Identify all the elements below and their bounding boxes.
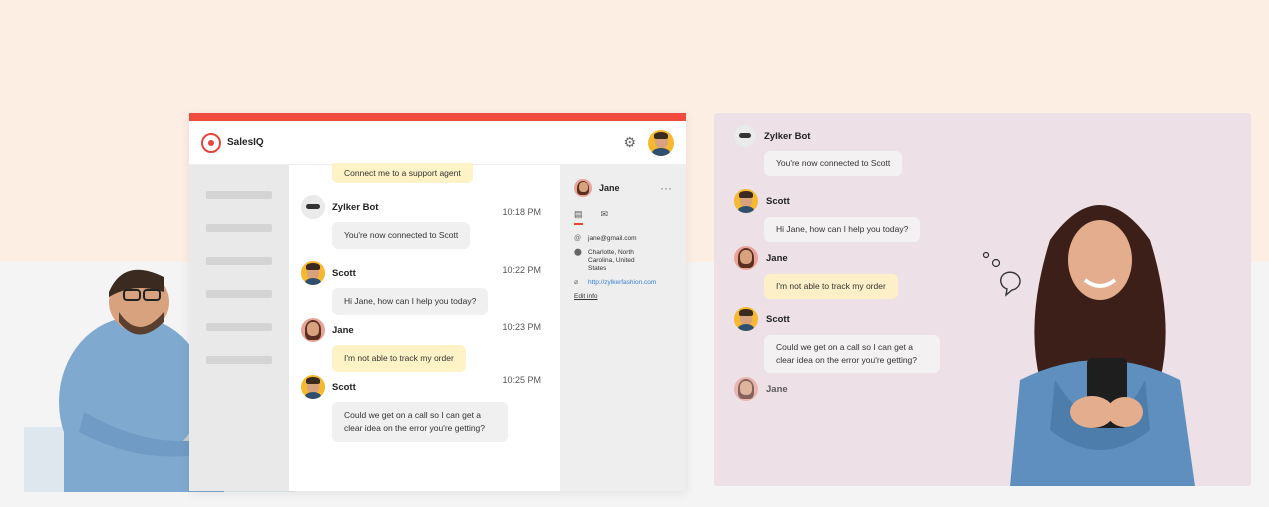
visitor-name: Jane [599, 183, 620, 193]
chat-message: Jane 10:23 PM I'm not able to track my o… [301, 318, 551, 372]
visitor-email: jane@gmail.com [588, 235, 637, 242]
location-icon: ⬤ [574, 249, 582, 256]
scott-avatar [301, 261, 325, 285]
visitor-chat-message: Scott Hi Jane, how can I help you today? [734, 189, 921, 242]
sender-name: Scott [332, 267, 356, 279]
sidebar-item[interactable] [206, 224, 272, 232]
message-time: 10:23 PM [502, 322, 541, 332]
visitor-chat-message: Zylker Bot You're now connected to Scott [734, 125, 903, 176]
sidebar-item[interactable] [206, 191, 272, 199]
scott-avatar [301, 375, 325, 399]
message-bubble: You're now connected to Scott [332, 222, 471, 249]
chat-transcript: Connect me to a support agent Zylker Bot… [289, 163, 560, 491]
message-time: 10:18 PM [502, 207, 541, 217]
bot-avatar [301, 195, 325, 219]
edit-info-link[interactable]: Edit info [574, 293, 672, 300]
sidebar [189, 165, 289, 491]
message-bubble: Could we get on a call so I can get a cl… [764, 335, 940, 373]
operator-console: SalesIQ ⚙ Connect me to a support agent … [189, 113, 686, 491]
sender-name: Zylker Bot [764, 130, 811, 142]
sender-name: Jane [766, 252, 788, 264]
app-name: SalesIQ [227, 137, 264, 148]
at-icon: @ [574, 235, 582, 242]
visitor-chat-message: Scott Could we get on a call so I can ge… [734, 307, 940, 373]
link-icon: ⌀ [574, 279, 579, 286]
message-time: 10:25 PM [502, 375, 541, 385]
message-bubble: Hi Jane, how can I help you today? [332, 288, 489, 315]
sidebar-item[interactable] [206, 290, 272, 298]
sender-name: Scott [332, 381, 356, 393]
salesiq-logo[interactable]: SalesIQ [201, 132, 264, 153]
message-bubble: Hi Jane, how can I help you today? [764, 217, 921, 242]
message-bubble: I'm not able to track my order [764, 274, 898, 299]
scott-avatar [734, 189, 758, 213]
brand-bar [189, 113, 686, 121]
chat-message: Scott 10:25 PM Could we get on a call so… [301, 375, 551, 442]
scott-avatar [734, 307, 758, 331]
id-card-icon[interactable]: ▤ [574, 209, 583, 225]
sidebar-item[interactable] [206, 323, 272, 331]
chat-message: Zylker Bot 10:18 PM You're now connected… [301, 195, 551, 249]
visitor-info-panel: Jane ··· ▤ ✉ @ jane@gmail.com ⬤ Charlott… [560, 165, 686, 491]
gear-icon[interactable]: ⚙ [623, 134, 636, 151]
jane-avatar [734, 246, 758, 270]
visitor-location: Charlotte, North Carolina, United States [588, 249, 635, 272]
bot-avatar [734, 125, 756, 147]
jane-avatar [301, 318, 325, 342]
visitor-request-bubble: Connect me to a support agent [332, 163, 473, 183]
visitor-chat-message: Jane I'm not able to track my order [734, 246, 898, 299]
mail-icon[interactable]: ✉ [601, 209, 609, 225]
visitor-illustration [1010, 205, 1195, 486]
message-bubble: I'm not able to track my order [332, 345, 466, 372]
sender-name: Jane [766, 383, 788, 395]
jane-avatar [574, 179, 592, 197]
sender-name: Scott [766, 313, 790, 325]
console-header: SalesIQ ⚙ [189, 121, 686, 165]
sender-name: Jane [332, 324, 354, 336]
message-time: 10:22 PM [502, 265, 541, 275]
sender-name: Scott [766, 195, 790, 207]
more-options-icon[interactable]: ··· [660, 181, 672, 195]
chat-message: Scott 10:22 PM Hi Jane, how can I help y… [301, 261, 551, 315]
sender-name: Zylker Bot [332, 201, 379, 213]
visitor-website[interactable]: http://zylkerfashion.com [588, 279, 656, 287]
operator-avatar[interactable] [648, 129, 674, 156]
sidebar-item[interactable] [206, 356, 272, 364]
visitor-chat-message: Jane [734, 377, 788, 401]
salesiq-logo-icon [201, 132, 221, 153]
message-bubble: You're now connected to Scott [764, 151, 903, 176]
message-bubble: Could we get on a call so I can get a cl… [332, 402, 508, 442]
jane-avatar [734, 377, 758, 401]
sidebar-item[interactable] [206, 257, 272, 265]
